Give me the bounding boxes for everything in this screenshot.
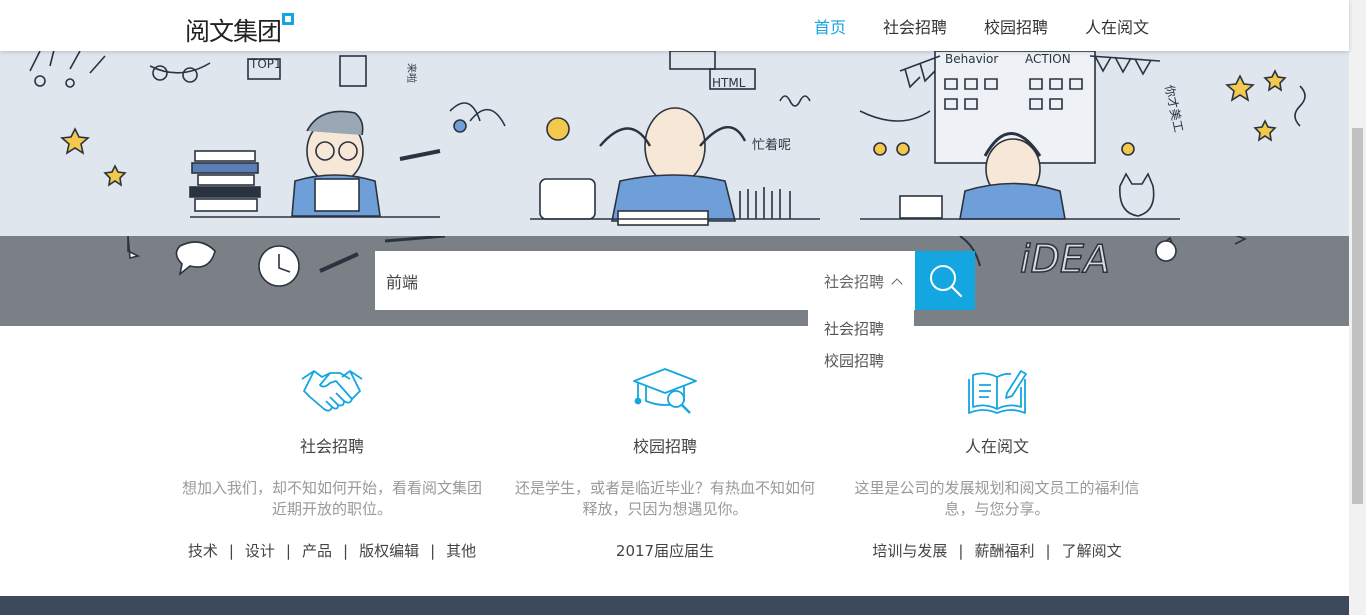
page: 阅文集团 首页 社会招聘 校园招聘 人在阅文 TOP1 HTML Behavio…: [0, 0, 1366, 615]
top-header: 阅文集团 首页 社会招聘 校园招聘 人在阅文: [0, 0, 1349, 51]
nav-item-life-at-yuewen[interactable]: 人在阅文: [1085, 14, 1149, 38]
separator: |: [343, 542, 349, 560]
section-title: 社会招聘: [299, 437, 364, 456]
search-type-dropdown: 社会招聘 校园招聘: [808, 310, 914, 382]
doodle-label-action: ACTION: [1025, 52, 1071, 66]
doodle-label-idea: iDEA: [1020, 237, 1110, 281]
section-life-at-yuewen: 人在阅文 这里是公司的发展规划和阅文员工的福利信息，与您分享。 培训与发展 | 薪酬…: [847, 365, 1147, 561]
doodle-label-behavior: Behavior: [945, 52, 998, 66]
doodle-illustration: TOP1 HTML Behavior ACTION 忙着呢 你才美工 来啦: [29, 51, 1306, 226]
section-links: 2017届应届生: [515, 540, 815, 561]
search-icon: [930, 265, 963, 298]
separator: |: [430, 542, 436, 560]
link-design[interactable]: 设计: [245, 542, 275, 560]
separator: |: [228, 542, 234, 560]
separator: |: [1045, 542, 1051, 560]
section-description: 这里是公司的发展规划和阅文员工的福利信息，与您分享。: [854, 479, 1140, 518]
section-campus-recruit: 校园招聘 还是学生，或者是临近毕业？有热血不知如何释放，只因为想遇见你。 201…: [515, 365, 815, 561]
scrollbar-thumb[interactable]: [1352, 128, 1363, 504]
link-copyright-editor[interactable]: 版权编辑: [359, 542, 419, 560]
doodle-label-html: HTML: [712, 76, 746, 90]
vertical-scrollbar[interactable]: [1349, 0, 1366, 615]
link-training[interactable]: 培训与发展: [872, 542, 947, 560]
link-other[interactable]: 其他: [446, 542, 476, 560]
section-description: 想加入我们，却不知如何开始，看看阅文集团近期开放的职位。: [182, 479, 483, 518]
graduation-cap-icon: [515, 365, 815, 421]
search-type-label: 社会招聘: [824, 273, 885, 291]
footer-bar: [0, 596, 1349, 615]
section-links: 培训与发展 | 薪酬福利 | 了解阅文: [847, 540, 1147, 561]
section-description: 还是学生，或者是临近毕业？有热血不知如何释放，只因为想遇见你。: [515, 479, 816, 518]
section-title: 校园招聘: [632, 437, 697, 456]
section-title: 人在阅文: [964, 437, 1029, 456]
handshake-icon: [182, 365, 482, 421]
chevron-up-icon: [891, 277, 903, 290]
link-product[interactable]: 产品: [302, 542, 332, 560]
logo-text: 阅文集团: [185, 17, 282, 46]
link-benefits[interactable]: 薪酬福利: [974, 542, 1034, 560]
link-about[interactable]: 了解阅文: [1062, 542, 1122, 560]
separator: |: [958, 542, 964, 560]
doodle-label-busy: 忙着呢: [752, 137, 791, 153]
doodle-label-designer: 你才美工: [1162, 84, 1186, 134]
search-box: 社会招聘: [375, 251, 915, 310]
link-graduates-2017[interactable]: 2017届应届生: [616, 542, 714, 560]
search-button[interactable]: [915, 251, 975, 310]
nav-item-home[interactable]: 首页: [814, 14, 846, 38]
hero-illustration: TOP1 HTML Behavior ACTION 忙着呢 你才美工 来啦: [0, 51, 1349, 236]
link-tech[interactable]: 技术: [188, 542, 218, 560]
section-links: 技术 | 设计 | 产品 | 版权编辑 | 其他: [182, 540, 482, 561]
search-type-select[interactable]: 社会招聘: [824, 271, 903, 292]
logo[interactable]: 阅文集团: [185, 12, 295, 48]
dropdown-option-social[interactable]: 社会招聘: [824, 318, 884, 339]
nav-item-social-recruit[interactable]: 社会招聘: [883, 14, 947, 38]
logo-square-icon: [282, 13, 295, 25]
doodle-label-coming: 来啦: [405, 63, 418, 83]
section-social-recruit: 社会招聘 想加入我们，却不知如何开始，看看阅文集团近期开放的职位。 技术 | 设计 |…: [182, 365, 482, 561]
search-input[interactable]: [375, 251, 805, 310]
doodle-label-top1: TOP1: [249, 57, 282, 71]
separator: |: [285, 542, 291, 560]
main-nav: 首页 社会招聘 校园招聘 人在阅文: [814, 14, 1186, 38]
dropdown-option-campus[interactable]: 校园招聘: [824, 350, 884, 371]
nav-item-campus-recruit[interactable]: 校园招聘: [984, 14, 1048, 38]
